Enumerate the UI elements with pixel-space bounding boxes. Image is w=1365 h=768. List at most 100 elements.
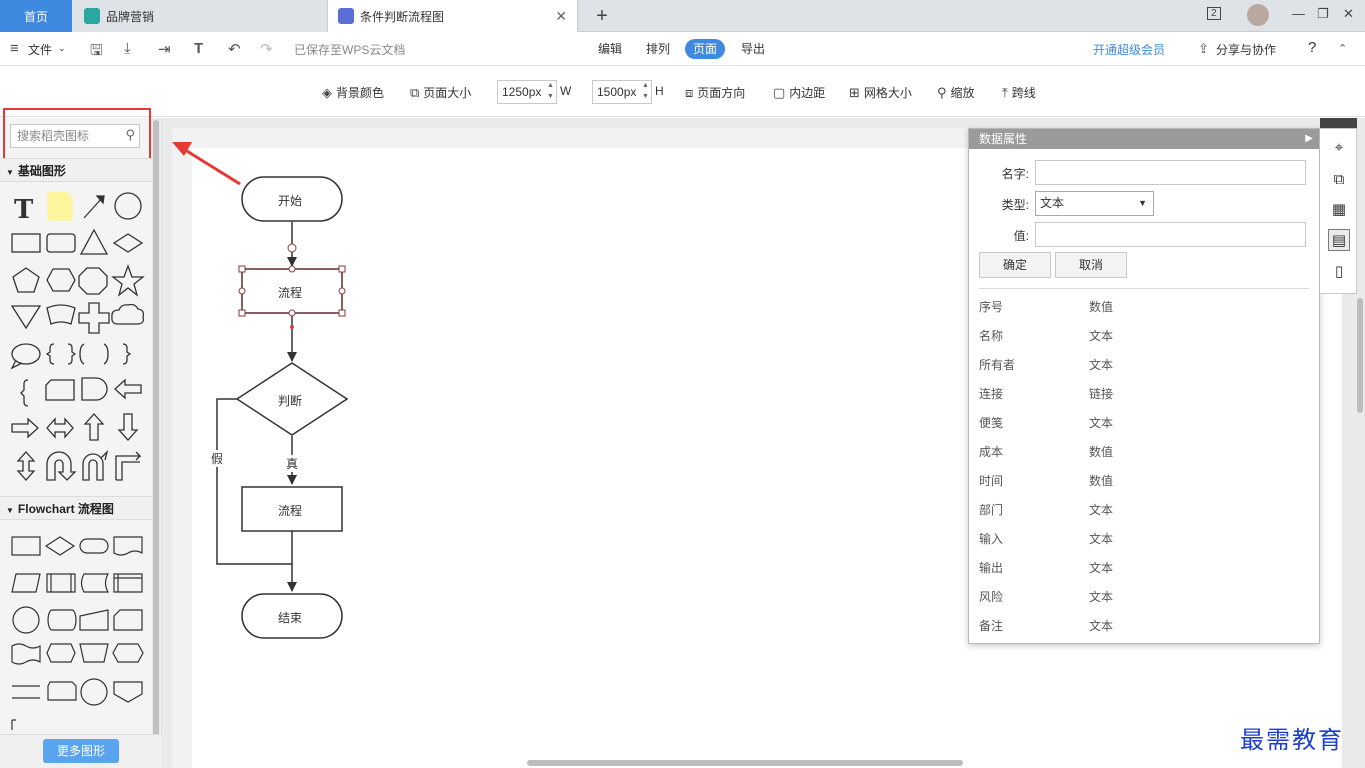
property-key: 连接 — [979, 387, 1004, 401]
cross-line-button[interactable]: ⤒ 跨线 — [1002, 84, 1036, 101]
property-key: 名称 — [979, 329, 1004, 343]
tab-arrange[interactable]: 排列 — [638, 39, 678, 59]
window-count-badge[interactable]: 2 — [1207, 7, 1221, 20]
page-size-button[interactable]: ⧉ 页面大小 — [410, 84, 471, 101]
manual-operation-shape — [79, 643, 109, 663]
connection-point — [288, 309, 296, 317]
paint-bucket-icon: ◈ — [322, 84, 332, 100]
calendar-icon[interactable]: ▦ — [1328, 199, 1350, 221]
grid-size-button[interactable]: ⊞ 网格大小 — [849, 84, 912, 101]
share-button[interactable]: 分享与协作 — [1216, 41, 1276, 58]
new-tab-button[interactable]: + — [590, 0, 614, 32]
connection-point — [287, 243, 297, 253]
property-type: 文本 — [1089, 329, 1114, 343]
background-color-button[interactable]: ◈ 背景颜色 — [322, 84, 384, 101]
padding-label: 内边距 — [789, 86, 826, 100]
restore-icon[interactable]: ❐ — [1317, 6, 1329, 22]
data-properties-icon[interactable]: ▤ — [1328, 229, 1350, 251]
property-type: 文本 — [1089, 619, 1114, 633]
end-node-label: 结束 — [278, 611, 303, 625]
uturn-left-arrow-shape — [82, 449, 109, 481]
tape-shape — [11, 643, 41, 665]
card-flow-shape — [113, 609, 143, 631]
data-properties-title: 数据属性 — [979, 132, 1028, 146]
shape-library-panel: ⚲ ▼基础图形 T — [0, 108, 162, 768]
right-side-toolbar: ⌖ ⧉ ▦ ▤ ▯ — [1320, 128, 1357, 294]
flowchart-diagram[interactable] — [162, 118, 962, 768]
expand-arrow-icon[interactable]: ▶ — [1305, 129, 1313, 149]
tab-export[interactable]: 导出 — [733, 39, 773, 59]
pentagon-shape — [12, 267, 40, 293]
decision-node-label: 判断 — [278, 394, 303, 408]
rounded-rect-shape — [46, 233, 76, 253]
properties-divider — [979, 288, 1309, 289]
arrow-both-shape — [46, 417, 74, 439]
resize-handle — [338, 309, 346, 317]
property-type: 数值 — [1089, 300, 1114, 314]
resize-handle — [238, 265, 246, 273]
close-tab-icon[interactable]: ✕ — [555, 8, 567, 25]
padding-icon: ▢ — [773, 84, 786, 100]
cross-shape — [78, 302, 110, 334]
height-stepper[interactable]: ▲ ▼ — [642, 80, 649, 102]
type-select-value: 文本 — [1040, 196, 1065, 210]
right-brace-shape — [122, 343, 132, 365]
process-node-2-label: 流程 — [278, 504, 303, 518]
arrow-up-shape — [83, 413, 105, 441]
resize-handle — [338, 265, 346, 273]
cross-line-label: 跨线 — [1011, 86, 1036, 100]
value-field[interactable] — [1035, 222, 1306, 247]
property-key: 成本 — [979, 445, 1004, 459]
name-field[interactable] — [1035, 160, 1306, 185]
tab-edit[interactable]: 编辑 — [590, 39, 630, 59]
collapse-icon[interactable]: ⌃ — [1338, 42, 1347, 55]
property-type: 数值 — [1089, 445, 1114, 459]
more-shapes-button[interactable]: 更多图形 — [43, 739, 119, 763]
style-crosshair-icon[interactable]: ⌖ — [1328, 137, 1350, 159]
padding-button[interactable]: ▢ 内边距 — [773, 84, 825, 101]
arrow-right-shape — [11, 417, 39, 439]
left-panel-scroll-thumb[interactable] — [153, 120, 159, 740]
basic-shapes-grid[interactable]: T — [0, 184, 152, 494]
avatar[interactable] — [1247, 4, 1269, 26]
inverted-triangle-shape — [10, 305, 42, 330]
property-type: 文本 — [1089, 590, 1114, 604]
canvas-horizontal-scrollbar[interactable] — [527, 760, 963, 766]
data-properties-panel: 数据属性 ▶ 名字: 类型: 文本 ▼ 值: 确定 取消 序号 数值 名称 文本 所… — [968, 128, 1320, 644]
help-icon[interactable]: ? — [1308, 39, 1316, 56]
type-select[interactable]: 文本 ▼ — [1035, 191, 1154, 216]
zoom-button[interactable]: ⚲ 缩放 — [937, 84, 975, 101]
ok-button[interactable]: 确定 — [979, 252, 1051, 278]
flowchart-shapes-grid[interactable] — [0, 522, 152, 736]
share-icon[interactable]: ⇪ — [1198, 41, 1209, 57]
uturn-arrow-shape — [46, 451, 77, 481]
save-status: 已保存至WPS云文档 — [294, 43, 406, 57]
arrow-line-shape — [83, 197, 103, 219]
minimize-icon[interactable]: — — [1292, 6, 1305, 21]
type-field-label: 类型: — [1001, 198, 1029, 212]
vip-link[interactable]: 开通超级会员 — [1093, 41, 1165, 58]
width-stepper[interactable]: ▲ ▼ — [547, 80, 554, 102]
corner-arrow-shape — [115, 451, 142, 481]
grid-size-label: 网格大小 — [863, 86, 912, 100]
page-icon[interactable]: ▯ — [1328, 261, 1350, 283]
property-key: 风险 — [979, 590, 1004, 604]
tab-page[interactable]: 页面 — [685, 39, 726, 59]
flowchart-shapes-header[interactable]: ▼ Flowchart 流程图 — [0, 496, 152, 520]
property-key: 时间 — [979, 474, 1004, 488]
arrow-left-shape — [114, 378, 142, 400]
right-panel-header — [1320, 118, 1357, 128]
image-text-icon[interactable]: ⧉ — [1328, 169, 1350, 191]
close-window-icon[interactable]: ✕ — [1343, 6, 1354, 22]
canvas-vertical-scrollbar[interactable] — [1357, 298, 1363, 413]
property-key: 输出 — [979, 561, 1004, 575]
sum-circle-shape — [80, 678, 108, 706]
property-key: 序号 — [979, 300, 1004, 314]
hexagon-shape — [46, 268, 76, 292]
property-type: 文本 — [1089, 503, 1114, 517]
page-orientation-button[interactable]: ⧈ 页面方向 — [685, 84, 745, 101]
cancel-button[interactable]: 取消 — [1055, 252, 1127, 278]
property-key: 所有者 — [979, 358, 1016, 372]
tab-flowchart-doc[interactable]: 条件判断流程图 ✕ — [328, 0, 578, 32]
decision-shape — [44, 536, 76, 556]
